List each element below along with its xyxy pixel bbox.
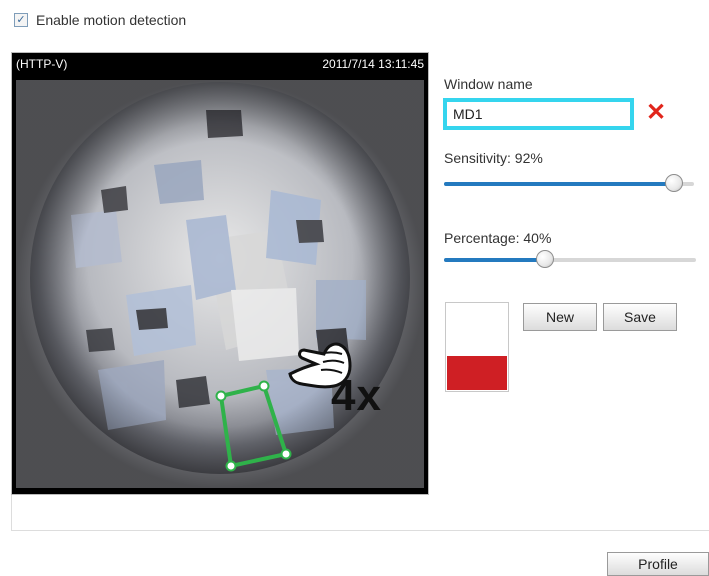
motion-window-handle-tr [258, 380, 270, 392]
sensitivity-slider-track[interactable] [444, 174, 694, 192]
status-panel [11, 495, 709, 531]
percentage-slider-knob[interactable] [535, 250, 554, 268]
motion-window-handle-tl [215, 390, 227, 402]
camera-timestamp: 2011/7/14 13:11:45 [322, 57, 424, 71]
save-button[interactable]: Save [603, 303, 677, 331]
window-name-input[interactable] [443, 98, 634, 130]
percentage-label: Percentage: 40% [444, 230, 552, 246]
preview-level-bar [447, 356, 507, 390]
sensitivity-slider-knob[interactable] [665, 174, 683, 192]
delete-icon[interactable]: ✕ [646, 101, 668, 125]
fisheye-image [16, 80, 424, 488]
percentage-slider-fill [444, 258, 545, 262]
zoom-annotation: 4x [331, 371, 382, 420]
motion-window-handle-bl [225, 460, 237, 472]
camera-view [16, 80, 424, 488]
sensitivity-preview [445, 302, 509, 392]
motion-detection-toggle[interactable]: ✓ Enable motion detection [14, 12, 186, 28]
camera-panel: (HTTP-V) 2011/7/14 13:11:45 [11, 52, 429, 495]
motion-window-handle-br [280, 448, 292, 460]
profile-button[interactable]: Profile [607, 552, 709, 576]
window-name-label: Window name [444, 76, 533, 92]
stream-label: (HTTP-V) [16, 57, 68, 71]
sensitivity-label: Sensitivity: 92% [444, 150, 543, 166]
sensitivity-slider-fill [444, 182, 674, 186]
camera-header: (HTTP-V) 2011/7/14 13:11:45 [12, 53, 428, 75]
motion-detection-label: Enable motion detection [36, 12, 187, 28]
new-button[interactable]: New [523, 303, 597, 331]
percentage-slider-track[interactable] [444, 250, 696, 268]
motion-detection-checkbox[interactable]: ✓ [14, 13, 28, 27]
